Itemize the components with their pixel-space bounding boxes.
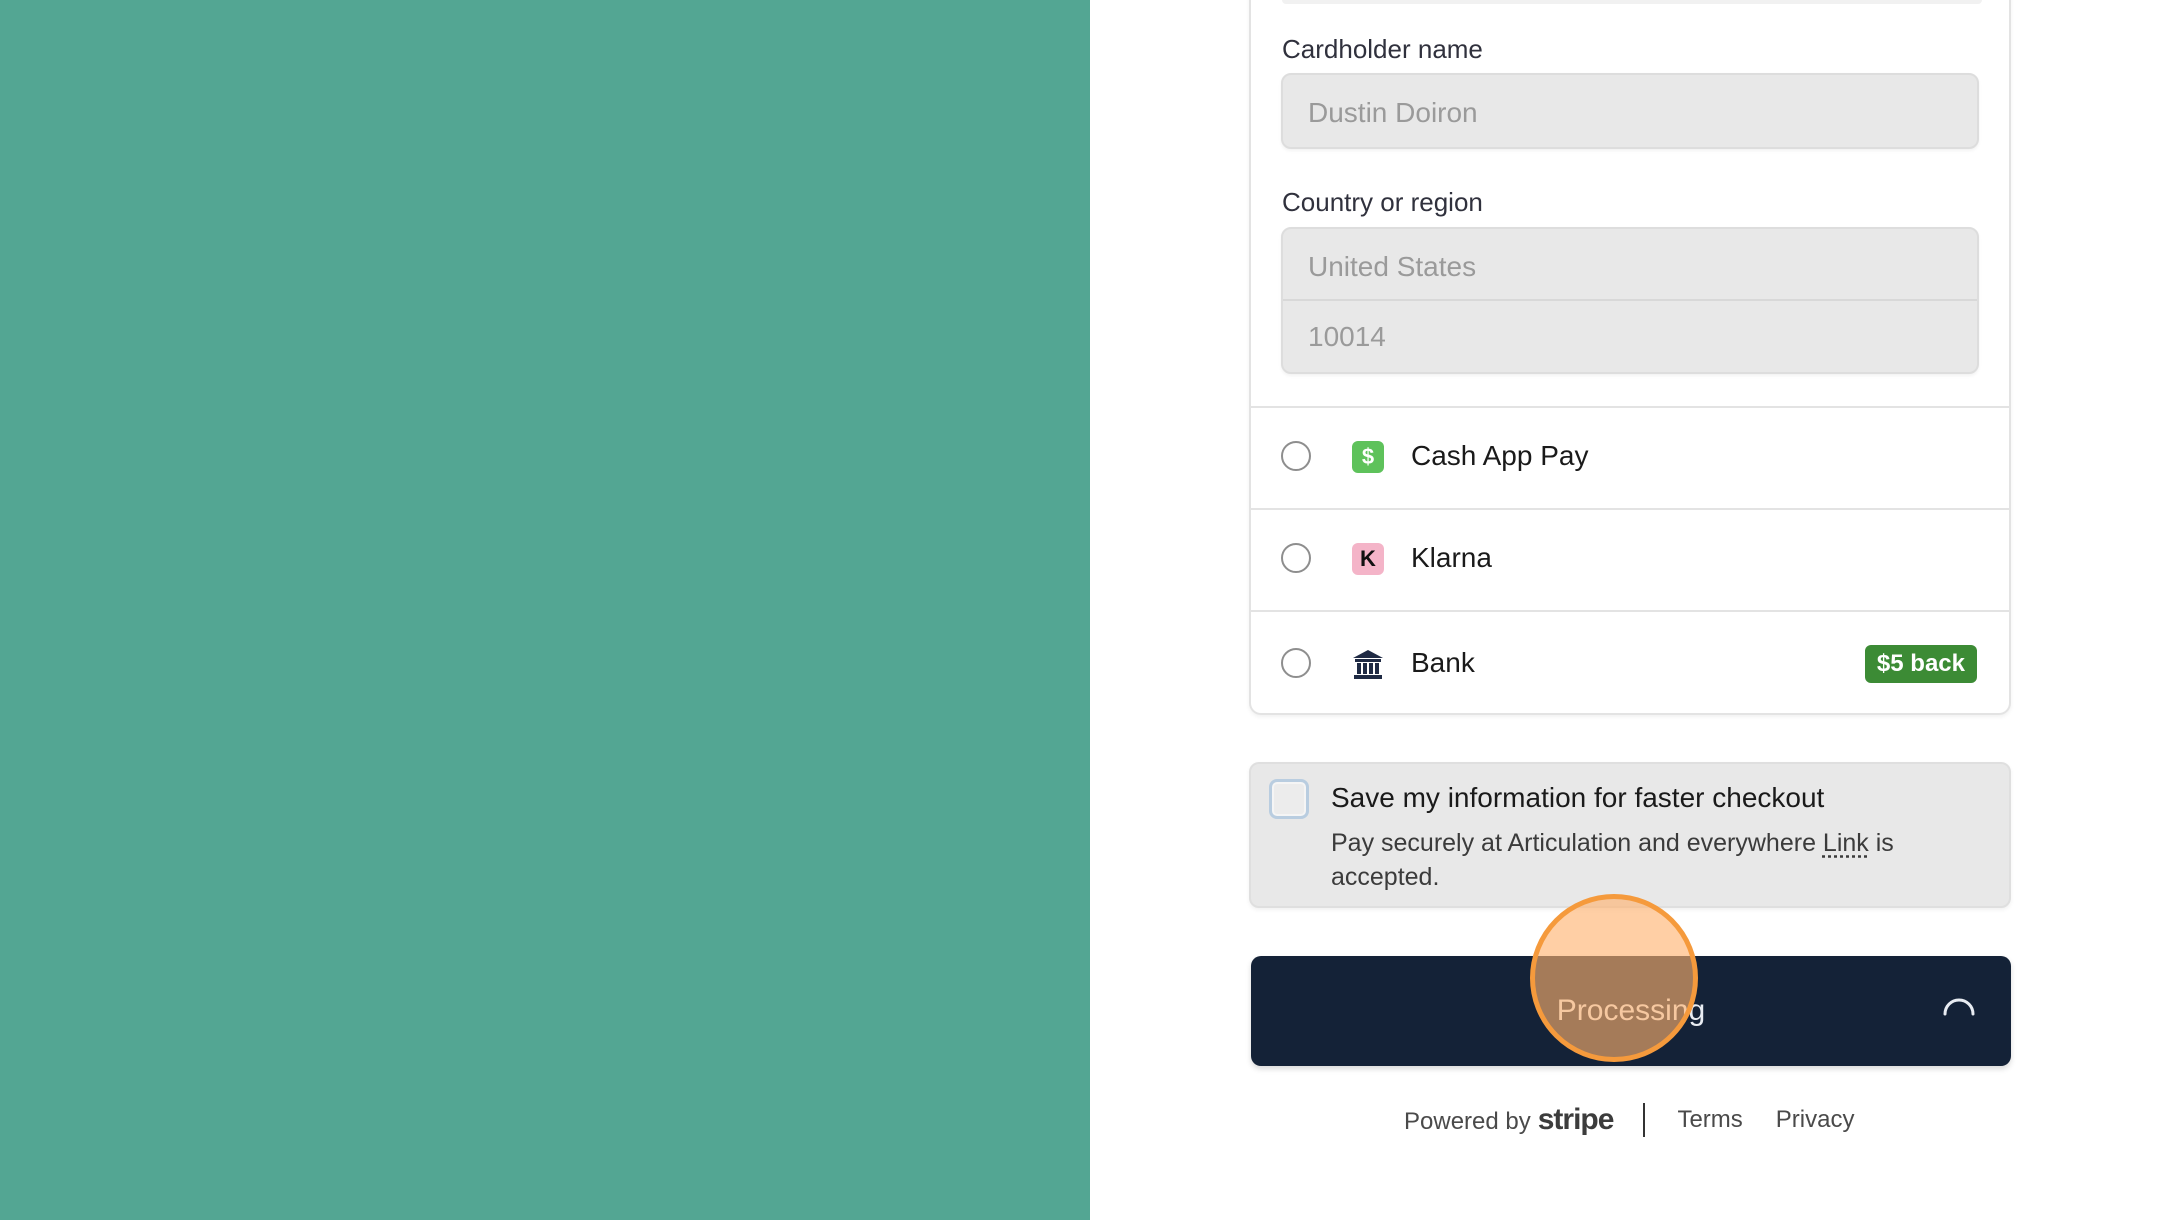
save-info-description: Pay securely at Articulation and everywh… [1331,826,1971,894]
stripe-logo: stripe [1537,1103,1615,1136]
cash-app-icon: $ [1352,441,1384,473]
country-select[interactable]: United States [1283,229,1977,299]
cardholder-name-input[interactable]: Dustin Doiron [1281,73,1979,149]
powered-by-text: Powered by [1404,1108,1531,1135]
save-info-checkbox[interactable] [1269,779,1309,819]
cardholder-name-label: Cardholder name [1282,34,1483,64]
save-info-title: Save my information for faster checkout [1331,782,1825,813]
powered-by-stripe[interactable]: Powered by stripe [1404,1103,1615,1137]
bank-icon [1352,648,1384,680]
left-panel-background [0,0,1090,1220]
cardholder-name-value: Dustin Doiron [1308,97,1478,128]
zip-value: 10014 [1308,321,1386,352]
address-group: United States 10014 [1281,227,1979,374]
klarna-icon: K [1352,543,1384,575]
card-top-edge [1282,0,1982,4]
footer-divider [1643,1103,1646,1137]
payment-option-label: Cash App Pay [1411,440,1589,471]
payment-option-cash-app-pay[interactable]: $ Cash App Pay [1251,406,2009,508]
payment-option-klarna[interactable]: K Klarna [1251,508,2009,610]
payment-option-label: Klarna [1411,542,1492,573]
save-info-desc-prefix: Pay securely at Articulation and everywh… [1331,829,1823,857]
footer: Powered by stripe Terms Privacy [1404,1100,1854,1140]
country-value: United States [1308,251,1477,282]
payment-option-label: Bank [1411,647,1475,678]
country-label: Country or region [1282,187,1483,217]
radio-button[interactable] [1281,648,1311,678]
save-info-box: Save my information for faster checkout … [1249,762,2011,908]
loading-spinner-icon [1943,998,1975,1016]
cashback-badge: $5 back [1864,645,1977,683]
terms-link[interactable]: Terms [1677,1106,1742,1134]
link-info-link[interactable]: Link [1823,829,1869,857]
radio-button[interactable] [1281,441,1311,471]
pay-button[interactable]: Processing [1251,956,2011,1066]
payment-option-bank[interactable]: Bank $5 back [1251,610,2009,714]
radio-button[interactable] [1281,543,1311,573]
privacy-link[interactable]: Privacy [1776,1106,1855,1134]
pay-button-label: Processing [1556,994,1706,1027]
zip-input[interactable]: 10014 [1283,301,1977,374]
